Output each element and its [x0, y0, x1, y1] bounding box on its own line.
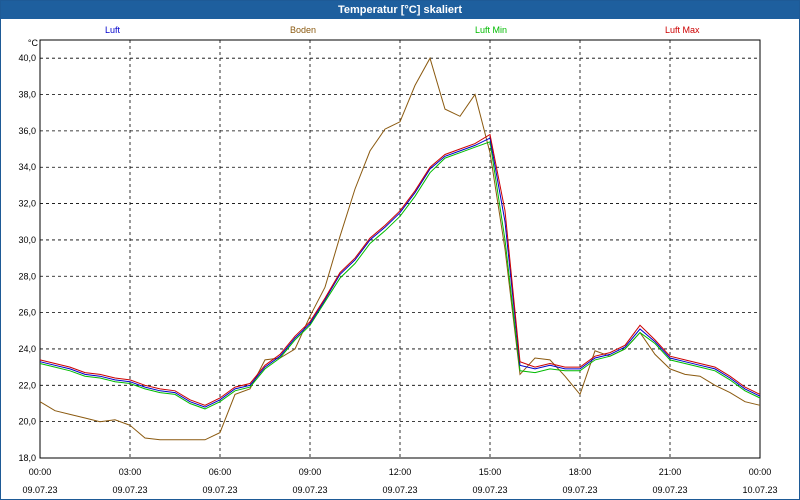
x-tick-time: 00:00	[749, 467, 772, 477]
y-tick-label: 28,0	[18, 271, 36, 281]
x-tick-date: 09.07.23	[382, 485, 417, 495]
x-tick-date: 09.07.23	[472, 485, 507, 495]
x-tick-date: 09.07.23	[22, 485, 57, 495]
x-tick-date: 09.07.23	[562, 485, 597, 495]
x-tick-time: 12:00	[389, 467, 412, 477]
x-tick-date: 09.07.23	[112, 485, 147, 495]
x-tick-time: 00:00	[29, 467, 52, 477]
y-tick-label: 20,0	[18, 417, 36, 427]
temperature-chart: °C 40,0 38,0 36,0 34,0 32,0 30,0 28,0 26,0 24,0 22…	[18, 38, 777, 495]
x-tick-time: 21:00	[659, 467, 682, 477]
y-tick-label: 36,0	[18, 126, 36, 136]
x-tick-time: 03:00	[119, 467, 142, 477]
x-tick-time: 15:00	[479, 467, 502, 477]
x-tick-time: 06:00	[209, 467, 232, 477]
y-tick-label: 26,0	[18, 308, 36, 318]
x-tick-date: 10.07.23	[742, 485, 777, 495]
y-tick-label: 34,0	[18, 162, 36, 172]
y-tick-label: 30,0	[18, 235, 36, 245]
x-tick-time: 09:00	[299, 467, 322, 477]
x-tick-time: 18:00	[569, 467, 592, 477]
y-tick-label: 38,0	[18, 90, 36, 100]
x-tick-date: 09.07.23	[652, 485, 687, 495]
y-tick-label: 32,0	[18, 199, 36, 209]
y-tick-label: 18,0	[18, 453, 36, 463]
x-tick-date: 09.07.23	[292, 485, 327, 495]
x-tick-date: 09.07.23	[202, 485, 237, 495]
y-tick-label: 40,0	[18, 53, 36, 63]
y-tick-label: 22,0	[18, 380, 36, 390]
y-tick-label: 24,0	[18, 344, 36, 354]
y-unit-label: °C	[28, 38, 39, 48]
